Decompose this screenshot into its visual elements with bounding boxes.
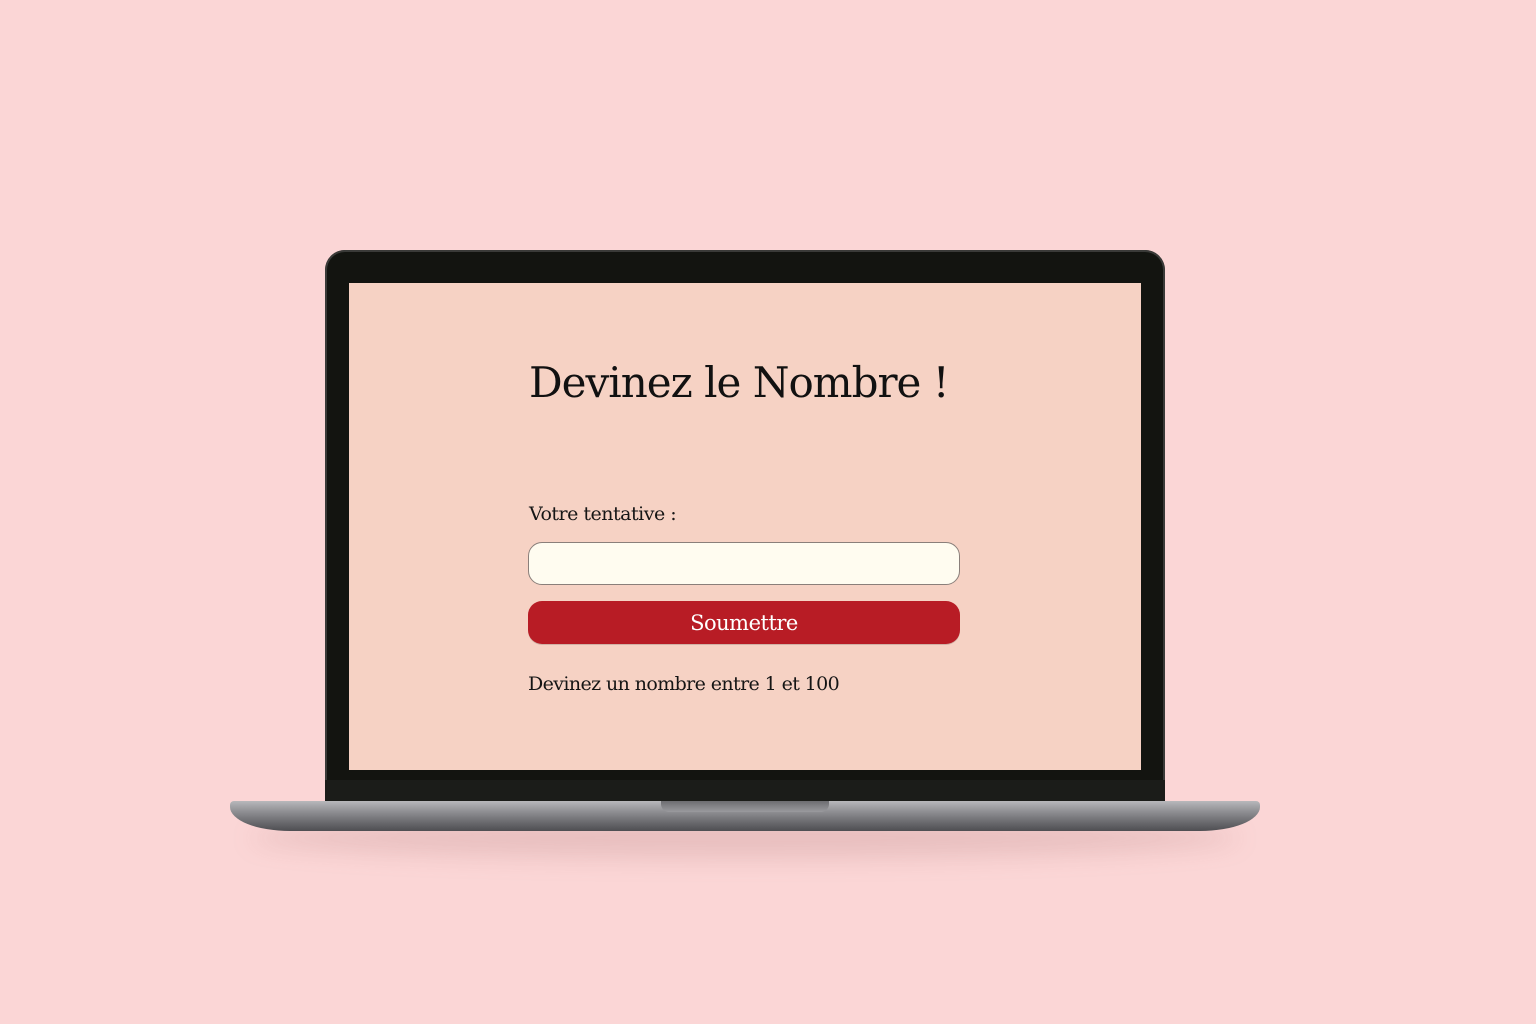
laptop-opening-notch [661,801,829,812]
submit-button[interactable]: Soumettre [528,601,960,644]
laptop-bezel-chin [325,780,1165,802]
page-title: Devinez le Nombre ! [529,358,950,407]
guess-input[interactable] [528,542,960,585]
guess-label: Votre tentative : [529,503,677,525]
laptop-screen: Devinez le Nombre ! Votre tentative : So… [349,283,1141,770]
hint-message: Devinez un nombre entre 1 et 100 [528,673,840,695]
